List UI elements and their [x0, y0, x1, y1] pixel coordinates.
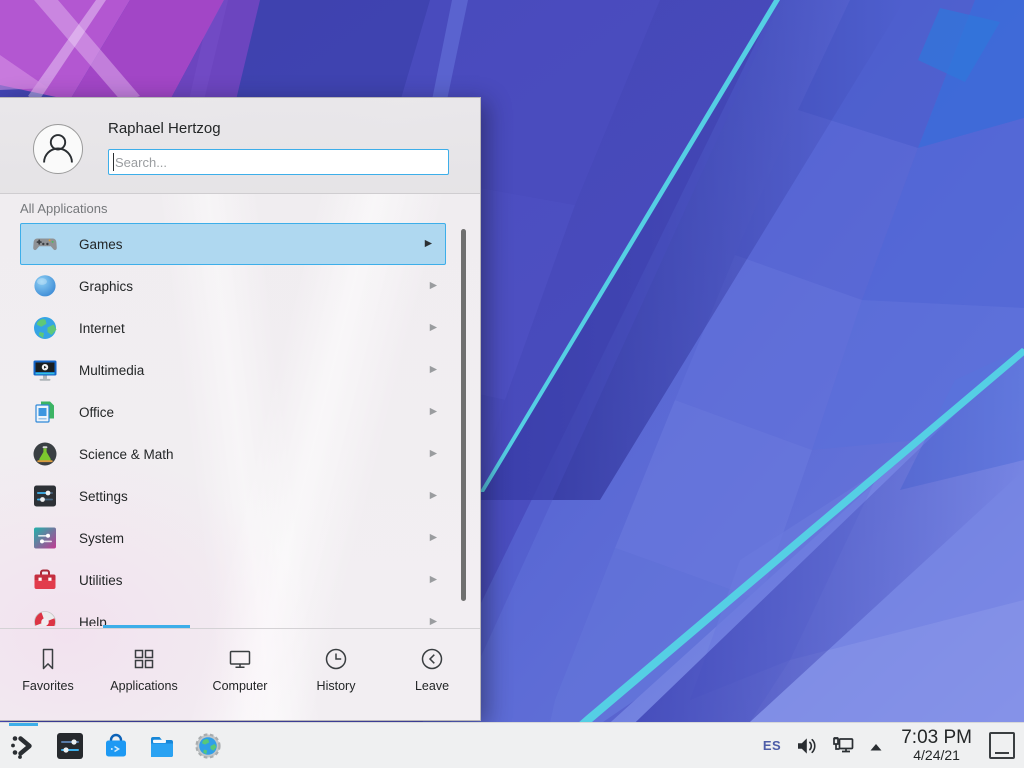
sliders-gradient-icon: [31, 524, 59, 552]
user-avatar[interactable]: [33, 124, 83, 174]
menu-item-label: Internet: [79, 321, 430, 336]
gamepad-icon: [31, 230, 59, 258]
volume-icon[interactable]: [794, 734, 818, 758]
submenu-arrow-icon: ▶: [430, 281, 437, 291]
toolbox-icon: [31, 566, 59, 594]
menu-item-help[interactable]: Help ▶: [0, 601, 481, 626]
taskbar-panel: ES 7:03 PM 4/24/21: [0, 722, 1024, 768]
submenu-arrow-icon: ▶: [425, 239, 432, 249]
web-browser-button[interactable]: [192, 730, 224, 762]
menu-item-internet[interactable]: Internet ▶: [0, 307, 481, 349]
taskbar-launchers: [0, 730, 224, 762]
menu-item-science-math[interactable]: Science & Math ▶: [0, 433, 481, 475]
tab-label: Computer: [213, 679, 268, 693]
submenu-arrow-icon: ▶: [430, 491, 437, 501]
submenu-arrow-icon: ▶: [430, 617, 437, 626]
tab-label: History: [317, 679, 356, 693]
list-scrollbar[interactable]: [461, 229, 466, 601]
submenu-arrow-icon: ▶: [430, 449, 437, 459]
submenu-arrow-icon: ▶: [430, 323, 437, 333]
flask-icon: [31, 440, 59, 468]
lifebuoy-icon: [31, 608, 59, 626]
network-icon[interactable]: [831, 734, 855, 758]
launcher-tab-bar: Favorites Applications Computer: [0, 629, 480, 721]
tab-leave[interactable]: Leave: [384, 629, 480, 721]
menu-item-label: System: [79, 531, 430, 546]
documents-icon: [31, 398, 59, 426]
menu-item-label: Games: [79, 237, 425, 252]
application-launcher-button[interactable]: [8, 730, 40, 762]
menu-item-graphics[interactable]: Graphics ▶: [0, 265, 481, 307]
file-manager-button[interactable]: [146, 730, 178, 762]
menu-item-label: Science & Math: [79, 447, 430, 462]
menu-item-system[interactable]: System ▶: [0, 517, 481, 559]
tab-applications[interactable]: Applications: [96, 629, 192, 721]
expand-tray-caret-icon[interactable]: [868, 740, 884, 752]
keyboard-layout-indicator[interactable]: ES: [763, 738, 781, 753]
menu-item-label: Utilities: [79, 573, 430, 588]
tab-computer[interactable]: Computer: [192, 629, 288, 721]
discover-button[interactable]: [100, 730, 132, 762]
menu-item-label: Settings: [79, 489, 430, 504]
system-settings-button[interactable]: [54, 730, 86, 762]
menu-item-label: Graphics: [79, 279, 430, 294]
submenu-arrow-icon: ▶: [430, 365, 437, 375]
bookmark-icon: [34, 645, 62, 673]
menu-item-label: Multimedia: [79, 363, 430, 378]
menu-item-utilities[interactable]: Utilities ▶: [0, 559, 481, 601]
desktop: Raphael Hertzog All Applications Games ▶: [0, 0, 1024, 768]
submenu-arrow-icon: ▶: [430, 533, 437, 543]
app-grid-icon: [130, 645, 158, 673]
show-desktop-button[interactable]: [989, 732, 1015, 759]
clock-icon: [322, 645, 350, 673]
launcher-header: Raphael Hertzog: [0, 98, 480, 194]
system-tray: ES 7:03 PM 4/24/21: [763, 728, 1024, 763]
tab-favorites[interactable]: Favorites: [0, 629, 96, 721]
blue-sphere-icon: [31, 272, 59, 300]
leave-circle-icon: [418, 645, 446, 673]
submenu-arrow-icon: ▶: [430, 575, 437, 585]
menu-item-office[interactable]: Office ▶: [0, 391, 481, 433]
clock-date: 4/24/21: [913, 748, 960, 763]
menu-item-games[interactable]: Games ▶: [20, 223, 446, 265]
tab-label: Leave: [415, 679, 449, 693]
tab-label: Applications: [110, 679, 177, 693]
computer-icon: [226, 645, 254, 673]
monitor-play-icon: [31, 356, 59, 384]
menu-item-label: Office: [79, 405, 430, 420]
sliders-dark-icon: [31, 482, 59, 510]
earth-globe-icon: [31, 314, 59, 342]
submenu-arrow-icon: ▶: [430, 407, 437, 417]
clock-time: 7:03 PM: [901, 728, 972, 748]
tab-label: Favorites: [22, 679, 73, 693]
category-list: Games ▶ Graphics ▶: [0, 223, 481, 626]
application-launcher-popup: Raphael Hertzog All Applications Games ▶: [0, 97, 481, 721]
digital-clock[interactable]: 7:03 PM 4/24/21: [901, 728, 972, 763]
tab-history[interactable]: History: [288, 629, 384, 721]
menu-item-multimedia[interactable]: Multimedia ▶: [0, 349, 481, 391]
user-name: Raphael Hertzog: [108, 120, 221, 137]
section-label: All Applications: [20, 201, 107, 216]
search-input[interactable]: [108, 149, 449, 175]
text-cursor: [113, 153, 114, 171]
menu-item-settings[interactable]: Settings ▶: [0, 475, 481, 517]
